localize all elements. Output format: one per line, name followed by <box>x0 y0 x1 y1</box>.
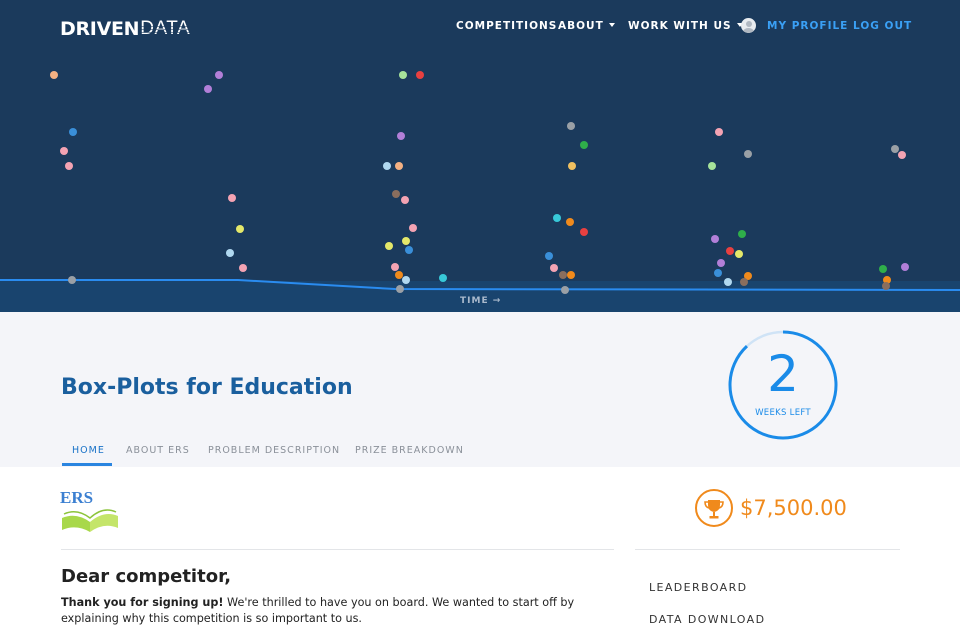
submission-dot <box>738 230 746 238</box>
countdown-timer: 2 WEEKS LEFT <box>727 329 839 441</box>
nav-my-profile[interactable]: MY PROFILE <box>767 20 848 32</box>
content-divider <box>61 549 614 550</box>
submission-dot <box>204 85 212 93</box>
countdown-value: 2 <box>767 345 799 403</box>
submission-dot <box>898 151 906 159</box>
submission-dot <box>226 249 234 257</box>
submission-dot <box>416 71 424 79</box>
hero-banner: DRIVEN DATA COMPETITIONS ABOUT WORK WITH … <box>0 0 960 312</box>
submission-dot <box>717 259 725 267</box>
submission-dot <box>735 250 743 258</box>
submission-dot <box>726 247 734 255</box>
nav-about[interactable]: ABOUT <box>558 20 615 32</box>
prize-amount: $7,500.00 <box>740 496 847 520</box>
time-axis-label: TIME → <box>460 296 502 306</box>
submission-dot <box>550 264 558 272</box>
submission-dot <box>401 196 409 204</box>
submission-dot <box>391 263 399 271</box>
trophy-icon <box>704 500 724 519</box>
submission-dot <box>397 132 405 140</box>
open-book-icon <box>62 509 118 532</box>
competition-title: Box-Plots for Education <box>61 375 353 400</box>
prize-display: $7,500.00 <box>695 489 847 527</box>
nav-work-with-us[interactable]: WORK WITH US <box>628 20 743 32</box>
tab-problem-description[interactable]: PROBLEM DESCRIPTION <box>208 445 340 456</box>
submission-dot <box>559 271 567 279</box>
submission-dot <box>385 242 393 250</box>
submission-dot <box>236 225 244 233</box>
submission-dot <box>568 162 576 170</box>
submission-dot <box>711 235 719 243</box>
submission-dot <box>60 147 68 155</box>
sidebar-divider <box>635 549 900 550</box>
submission-dot <box>580 228 588 236</box>
countdown-label: WEEKS LEFT <box>755 408 811 418</box>
nav-links: COMPETITIONS ABOUT WORK WITH US MY PROFI… <box>0 20 960 34</box>
active-tab-indicator <box>62 463 112 466</box>
submission-dot <box>561 286 569 294</box>
intro-paragraph: Thank you for signing up! We're thrilled… <box>61 595 621 626</box>
sidebar-link-data-download[interactable]: DATA DOWNLOAD <box>649 613 765 626</box>
submission-dot <box>228 194 236 202</box>
submission-dot <box>553 214 561 222</box>
intro-bold: Thank you for signing up! <box>61 596 224 609</box>
submission-dot <box>882 282 890 290</box>
submission-dot <box>409 224 417 232</box>
submission-dot <box>580 141 588 149</box>
submission-dot <box>708 162 716 170</box>
submission-dot <box>399 71 407 79</box>
submission-dot <box>879 265 887 273</box>
submission-dot <box>724 278 732 286</box>
submission-dot <box>901 263 909 271</box>
submission-dot <box>392 190 400 198</box>
nav-competitions[interactable]: COMPETITIONS <box>456 20 557 32</box>
submission-dot <box>439 274 447 282</box>
submission-dot <box>383 162 391 170</box>
nav-about-label: ABOUT <box>558 20 604 32</box>
greeting-heading: Dear competitor, <box>61 566 232 587</box>
tab-prize-breakdown[interactable]: PRIZE BREAKDOWN <box>355 445 464 456</box>
top-navigation: DRIVEN DATA COMPETITIONS ABOUT WORK WITH … <box>0 0 960 54</box>
submission-dot <box>396 285 404 293</box>
submission-dot <box>69 128 77 136</box>
submission-dot <box>567 122 575 130</box>
submission-dot <box>715 128 723 136</box>
submission-dot <box>567 271 575 279</box>
submission-dot <box>65 162 73 170</box>
submission-dot <box>744 150 752 158</box>
submission-dot <box>891 145 899 153</box>
nav-log-out[interactable]: LOG OUT <box>853 20 912 32</box>
submission-dot <box>215 71 223 79</box>
submission-dot <box>239 264 247 272</box>
submission-dot <box>405 246 413 254</box>
tab-about-ers[interactable]: ABOUT ERS <box>126 445 190 456</box>
submission-dot <box>50 71 58 79</box>
nav-work-with-us-label: WORK WITH US <box>628 20 732 32</box>
submission-dot <box>402 276 410 284</box>
competition-tabs: HOME ABOUT ERS PROBLEM DESCRIPTION PRIZE… <box>0 439 960 467</box>
trophy-badge <box>695 489 733 527</box>
submission-dot <box>714 269 722 277</box>
user-avatar-icon[interactable] <box>741 18 756 33</box>
submission-dot <box>740 278 748 286</box>
tab-home[interactable]: HOME <box>72 445 105 456</box>
submission-dot <box>566 218 574 226</box>
sidebar-link-leaderboard[interactable]: LEADERBOARD <box>649 581 748 594</box>
submission-dot <box>68 276 76 284</box>
submission-dot <box>395 162 403 170</box>
submission-dot <box>545 252 553 260</box>
caret-down-icon <box>608 23 615 27</box>
submission-dot <box>402 237 410 245</box>
submission-dot <box>395 271 403 279</box>
ers-sponsor-logo[interactable]: ERS <box>60 488 122 538</box>
